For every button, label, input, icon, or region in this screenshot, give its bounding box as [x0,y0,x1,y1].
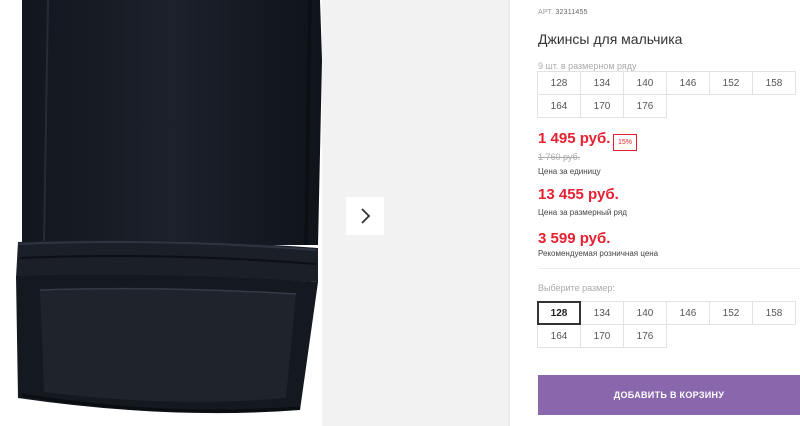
retail-price-label: Рекомендуемая розничная цена [538,249,659,258]
size-select-label: Выберите размер: [538,283,615,293]
discount-badge: 15% [613,134,638,151]
product-photo [0,0,322,426]
size-option[interactable]: 170 [580,324,624,348]
jeans-image [16,0,322,414]
size-option[interactable]: 146 [666,301,710,325]
article-label: АРТ. [538,9,554,16]
pack-size-cell: 164 [537,94,581,118]
pack-size-cell: 176 [623,94,667,118]
size-option-selected[interactable]: 128 [537,301,581,325]
size-option[interactable]: 164 [537,324,581,348]
old-price: 1 760 руб. [538,152,581,162]
size-option[interactable]: 152 [709,301,753,325]
pack-size-cell: 170 [580,94,624,118]
pack-size-cell: 158 [752,71,796,95]
size-option[interactable]: 158 [752,301,796,325]
article-value: 32311455 [555,9,588,16]
add-to-cart-button[interactable]: ДОБАВИТЬ В КОРЗИНУ [538,375,800,415]
size-option[interactable]: 134 [580,301,624,325]
product-info: АРТ. 32311455 Джинсы для мальчика 9 шт. … [537,0,800,426]
pack-size-cell: 134 [580,71,624,95]
range-price-label: Цена за размерный ряд [538,208,627,217]
pack-size-cell: 152 [709,71,753,95]
chevron-right-icon [361,208,371,224]
product-gallery [0,0,510,426]
pack-size-cell: 128 [537,71,581,95]
retail-price: 3 599 руб. [538,230,611,247]
pack-size-cell: 140 [623,71,667,95]
pack-size-grid: 128 134 140 146 152 158 164 170 176 [537,71,796,118]
unit-price: 1 495 руб. [538,130,611,147]
pack-size-cell: 146 [666,71,710,95]
size-select-grid: 128 134 140 146 152 158 164 170 176 [537,301,796,348]
pack-size-hint: 9 шт. в размерном ряду [538,61,637,71]
article-number: АРТ. 32311455 [538,9,588,16]
product-title: Джинсы для мальчика [538,31,683,47]
unit-price-label: Цена за единицу [538,167,601,176]
divider [508,0,510,426]
next-image-button[interactable] [346,197,384,235]
size-option[interactable]: 140 [623,301,667,325]
size-option[interactable]: 176 [623,324,667,348]
divider [538,268,800,269]
range-price: 13 455 руб. [538,186,619,203]
